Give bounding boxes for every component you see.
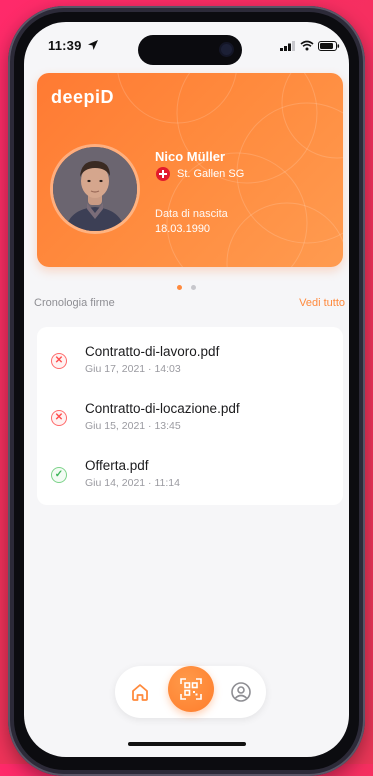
file-name: Contratto-di-locazione.pdf [85, 401, 240, 416]
list-item[interactable]: ✓ Offerta.pdf Giu 14, 2021 · 11:14 [37, 449, 343, 499]
holder-location: St. Gallen SG [177, 168, 245, 180]
history-section-title: Cronologia firme [34, 297, 115, 309]
bottom-nav [115, 666, 266, 718]
location-arrow-icon [88, 40, 98, 50]
card-page-indicator [24, 285, 349, 291]
file-date: Giu 15, 2021 · 13:45 [85, 420, 181, 432]
avatar [53, 147, 137, 231]
file-name: Contratto-di-lavoro.pdf [85, 344, 220, 359]
date-of-birth-value: 18.03.1990 [155, 223, 211, 235]
file-date: Giu 17, 2021 · 14:03 [85, 363, 181, 375]
status-time: 11:39 [48, 38, 82, 53]
date-of-birth-label: Data di nascita [155, 208, 228, 220]
id-card[interactable]: deepiD Nico Müller St. Gallen SG Data di… [37, 73, 343, 267]
list-item[interactable]: ✕ Contratto-di-locazione.pdf Giu 15, 202… [37, 392, 343, 442]
camera-lens [221, 44, 232, 55]
profile-icon[interactable] [230, 681, 252, 703]
file-date: Giu 14, 2021 · 11:14 [85, 477, 180, 489]
holder-name: Nico Müller [155, 149, 226, 164]
brand-logo: deepiD [51, 87, 115, 107]
battery-icon [318, 41, 340, 51]
wifi-icon [300, 40, 314, 51]
home-icon[interactable] [130, 682, 150, 702]
swiss-flag-icon [156, 167, 170, 181]
file-name: Offerta.pdf [85, 458, 149, 473]
page-dot[interactable] [190, 285, 196, 290]
page-dot-active[interactable] [177, 285, 183, 290]
signature-history-list: ✕ Contratto-di-lavoro.pdf Giu 17, 2021 ·… [37, 327, 343, 505]
app-screen: 11:39 deepiD Nico Müller St. Gallen SG D… [24, 22, 349, 757]
avatar-portrait [53, 147, 137, 231]
list-item[interactable]: ✕ Contratto-di-lavoro.pdf Giu 17, 2021 ·… [37, 335, 343, 385]
status-bar: 11:39 [24, 22, 349, 66]
see-all-link[interactable]: Vedi tutto [299, 297, 345, 309]
home-indicator[interactable] [128, 742, 246, 746]
qr-scan-icon [180, 678, 202, 700]
failed-status-icon: ✕ [51, 353, 67, 369]
failed-status-icon: ✕ [51, 410, 67, 426]
signed-status-icon: ✓ [51, 467, 67, 483]
qr-scan-button[interactable] [168, 666, 214, 712]
signal-icon [280, 41, 295, 51]
